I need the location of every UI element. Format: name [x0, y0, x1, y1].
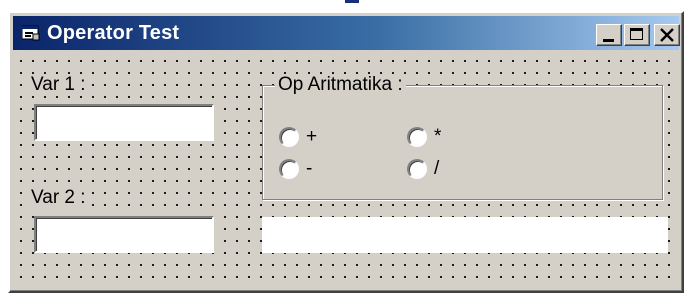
radio-divide-circle[interactable]: [407, 159, 427, 179]
radio-minus-label: -: [306, 158, 313, 179]
radio-plus-circle[interactable]: [279, 127, 299, 147]
close-icon: [660, 28, 674, 42]
radio-minus[interactable]: -: [279, 158, 312, 180]
radio-divide[interactable]: /: [407, 158, 439, 180]
operator-groupbox: Op Aritmatika : + * - /: [262, 74, 663, 200]
radio-multiply-label: *: [434, 126, 442, 147]
form-window: Operator Test Var 1 : Var 2 : Op Aritmat…: [8, 11, 684, 293]
close-button[interactable]: [654, 24, 680, 46]
radio-plus[interactable]: +: [279, 126, 317, 148]
var1-input[interactable]: [34, 104, 214, 141]
minimize-button[interactable]: [596, 24, 622, 46]
operator-group-label: Op Aritmatika :: [275, 74, 406, 96]
maximize-button[interactable]: [624, 24, 650, 46]
radio-minus-circle[interactable]: [279, 159, 299, 179]
radio-multiply-circle[interactable]: [407, 127, 427, 147]
radio-multiply[interactable]: *: [407, 126, 441, 148]
radio-plus-label: +: [306, 126, 318, 147]
result-field[interactable]: [262, 217, 668, 253]
screenshot-canvas: Operator Test Var 1 : Var 2 : Op Aritmat…: [0, 0, 688, 295]
var2-input[interactable]: [34, 216, 214, 253]
top-edge-mark: [345, 0, 359, 3]
var1-label: Var 1 :: [29, 74, 88, 96]
window-title: Operator Test: [47, 22, 180, 44]
form-icon: [22, 25, 40, 41]
title-bar[interactable]: Operator Test: [13, 16, 680, 50]
maximize-icon: [630, 28, 643, 40]
minimize-icon: [603, 39, 614, 42]
radio-divide-label: /: [434, 158, 440, 179]
var2-label: Var 2 :: [29, 187, 88, 209]
form-design-grid: Var 1 : Var 2 : Op Aritmatika : + * - /: [13, 52, 680, 288]
